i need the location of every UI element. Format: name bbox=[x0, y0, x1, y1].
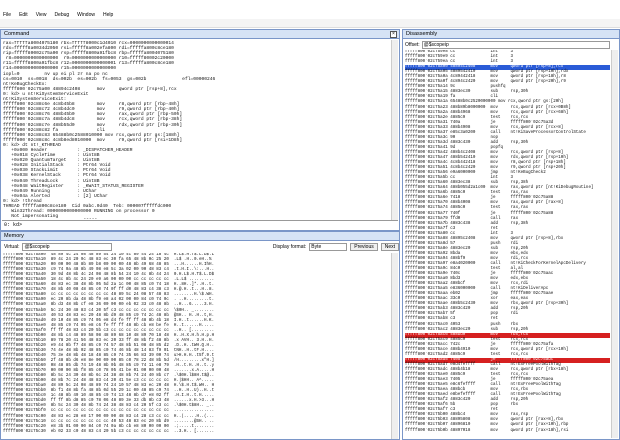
command-window: Command × rax=fffffa8004075180 rbx=fffff… bbox=[0, 29, 400, 231]
command-scrollbar[interactable] bbox=[391, 40, 398, 220]
memory-scrollbar[interactable] bbox=[391, 253, 398, 439]
menu-item-file[interactable]: File bbox=[3, 12, 11, 18]
menu-item-window[interactable]: Window bbox=[77, 12, 95, 18]
display-format-label: Display format: bbox=[272, 244, 307, 250]
disassembly-listing: fffff800`02c759e8 cc int 3 fffff800`02c75… bbox=[405, 50, 610, 438]
close-icon[interactable]: × bbox=[390, 31, 397, 38]
menu-item-edit[interactable]: Edit bbox=[19, 12, 28, 18]
memory-window: Memory Virtual: @$scopeip Display format… bbox=[0, 231, 400, 440]
memory-dump: fffff800`02c75a00 48 89 4c 24 08 48 89 5… bbox=[3, 253, 391, 439]
memory-toolbar: Virtual: @$scopeip Display format: Byte … bbox=[1, 242, 399, 252]
command-window-header: Command × bbox=[1, 30, 399, 39]
previous-button[interactable]: Previous bbox=[350, 243, 378, 251]
command-prompt: 0: kd> bbox=[4, 222, 23, 228]
window-title-bar bbox=[0, 0, 620, 10]
next-button[interactable]: Next bbox=[380, 243, 399, 251]
menu-bar: File Edit View Debug Window Help bbox=[0, 10, 620, 19]
memory-row: fffff800`02c75c30 eb 02 33 c0 48 83 c4 2… bbox=[3, 429, 215, 434]
memory-window-title: Memory bbox=[4, 233, 24, 239]
offset-bar: Offset: @$scopeip bbox=[405, 40, 610, 49]
disassembly-window-title: Disassembly bbox=[406, 31, 438, 37]
command-output: rax=fffffa8004075180 rbx=fffff8000c1d401… bbox=[3, 41, 389, 219]
disassembly-scrollbar[interactable] bbox=[611, 50, 618, 438]
offset-input[interactable]: @$scopeip bbox=[421, 40, 610, 49]
toolbar bbox=[0, 19, 620, 28]
disassembly-window-header: Disassembly bbox=[403, 30, 619, 39]
command-window-title: Command bbox=[4, 31, 30, 37]
menu-item-view[interactable]: View bbox=[36, 12, 47, 18]
offset-label: Offset: bbox=[405, 41, 420, 48]
disassembly-window: Disassembly Offset: @$scopeip fffff800`0… bbox=[402, 29, 620, 440]
address-input[interactable]: @$scopeip bbox=[22, 243, 113, 251]
disassembly-row[interactable]: fffff800`02c75b0b 48897018 mov qword ptr… bbox=[405, 429, 610, 434]
command-input[interactable]: 0: kd> bbox=[2, 220, 398, 229]
virtual-label: Virtual: bbox=[4, 244, 20, 250]
memory-window-header: Memory bbox=[1, 232, 399, 241]
display-format-select[interactable]: Byte bbox=[309, 243, 348, 251]
menu-item-help[interactable]: Help bbox=[103, 12, 113, 18]
menu-item-debug[interactable]: Debug bbox=[54, 12, 69, 18]
